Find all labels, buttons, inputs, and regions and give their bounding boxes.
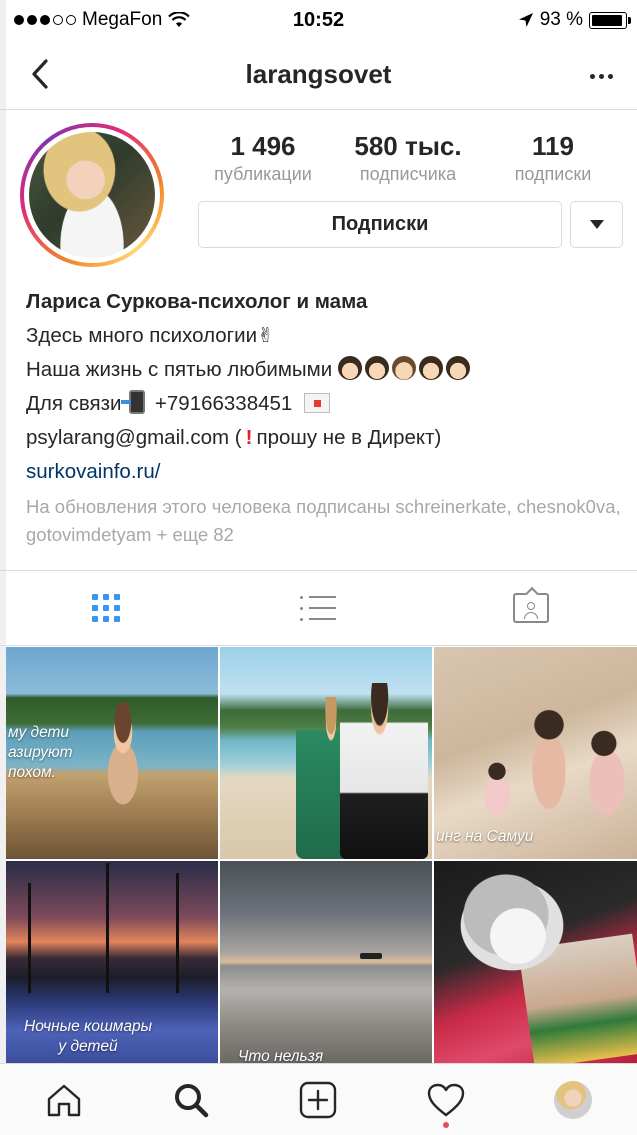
bio-email: psylarang@gmail.com (	[26, 426, 242, 449]
suggestions-dropdown-button[interactable]	[570, 201, 623, 248]
status-right: 93 %	[518, 9, 631, 31]
tab-add-post[interactable]	[290, 1072, 346, 1128]
exclamation-icon: !	[245, 426, 253, 449]
tab-home[interactable]	[36, 1072, 92, 1128]
location-arrow-icon	[518, 13, 533, 27]
stat-following[interactable]: 119 подписки	[488, 132, 618, 185]
stat-label: подписки	[514, 163, 592, 184]
girl-emoji-icon	[337, 356, 362, 380]
signal-strength-icon	[14, 15, 76, 25]
photo-detail	[360, 953, 382, 959]
girl-emoji-icon	[418, 356, 443, 380]
wifi-icon	[168, 12, 191, 27]
bottom-tab-bar	[0, 1063, 637, 1135]
bio-line: surkovainfo.ru/	[26, 455, 626, 489]
bio-line: Для связи +79166338451	[26, 387, 626, 421]
avatar-border	[24, 127, 160, 263]
stat-label: публикации	[214, 163, 312, 184]
girl-emoji-icon	[445, 356, 470, 380]
battery-percent: 93 %	[539, 9, 583, 30]
stat-value: 119	[532, 131, 574, 161]
tab-search[interactable]	[163, 1072, 219, 1128]
nav-bar: larangsovet	[0, 40, 637, 110]
status-time: 10:52	[292, 8, 345, 31]
post-caption: Ночные кошмары у детей	[24, 1018, 153, 1055]
status-left: MegaFon	[14, 9, 191, 31]
photo-subject	[520, 705, 578, 815]
phone-emoji-icon	[121, 390, 146, 414]
post-thumbnail[interactable]: му дети азируют похом.	[6, 647, 218, 859]
back-button[interactable]	[22, 56, 58, 92]
photo-grid: му дети азируют похом. инг на Самуи Ночн…	[6, 647, 637, 1063]
battery-icon	[589, 11, 631, 29]
bio-text: Здесь много психологии	[26, 324, 258, 347]
status-bar: MegaFon 10:52 93 %	[0, 0, 637, 40]
girl-emoji-icon	[364, 356, 389, 380]
post-caption: Что нельзя	[238, 1048, 324, 1063]
bio-phone[interactable]: +79166338451	[155, 392, 292, 415]
photo-subject	[340, 683, 428, 859]
bio-line: Здесь много психологии✌	[26, 319, 626, 353]
photo-detail	[106, 863, 109, 993]
envelope-emoji-icon	[304, 393, 331, 413]
photo-detail	[28, 883, 31, 993]
add-post-icon	[300, 1081, 337, 1118]
more-dot-icon	[607, 73, 613, 79]
followed-by-text[interactable]: На обновления этого человека подписаны s…	[26, 493, 626, 549]
victory-hand-icon: ✌	[257, 325, 274, 347]
tab-grid[interactable]	[0, 571, 212, 645]
stat-value: 1 496	[230, 131, 296, 161]
photo-subject	[474, 759, 520, 815]
photo-detail	[176, 873, 179, 993]
bio-line: psylarang@gmail.com (! прошу не в Директ)	[26, 421, 626, 455]
profile-bio: Лариса Суркова-психолог и мама Здесь мно…	[26, 285, 626, 489]
post-thumbnail[interactable]	[434, 861, 637, 1063]
grid-icon	[92, 594, 121, 622]
chevron-left-icon	[32, 59, 48, 89]
list-icon	[300, 595, 337, 621]
home-icon	[47, 1084, 80, 1116]
boy-emoji-icon	[391, 356, 416, 380]
post-thumbnail[interactable]: Ночные кошмары у детей	[6, 861, 218, 1063]
tagged-person-icon	[512, 593, 549, 623]
post-thumbnail[interactable]	[220, 647, 432, 859]
stat-followers[interactable]: 580 тыс. подписчика	[343, 132, 473, 185]
battery-fill	[592, 14, 622, 26]
post-caption: инг на Самуи	[436, 828, 534, 845]
post-thumbnail[interactable]: Что нельзя	[220, 861, 432, 1063]
bio-text: Для связи	[26, 392, 122, 415]
tab-profile[interactable]	[545, 1072, 601, 1128]
stat-label: подписчика	[359, 163, 457, 184]
profile-avatar[interactable]	[20, 123, 164, 267]
profile-view-tabs	[0, 570, 637, 646]
post-caption: му дети азируют похом.	[8, 724, 73, 781]
website-link[interactable]: surkovainfo.ru/	[26, 460, 160, 483]
profile-name: Лариса Суркова-психолог и мама	[26, 290, 368, 313]
carrier-name: MegaFon	[82, 9, 163, 30]
bio-text: прошу не в Директ)	[256, 426, 442, 449]
search-icon	[175, 1083, 209, 1117]
post-thumbnail[interactable]: инг на Самуи	[434, 647, 637, 859]
stat-value: 580 тыс.	[354, 131, 462, 161]
more-options-button[interactable]	[583, 58, 619, 94]
tab-tagged[interactable]	[425, 571, 637, 645]
bio-line: Наша жизнь с пятью любимыми	[26, 353, 626, 387]
photo-subject	[576, 725, 637, 817]
more-dot-icon	[598, 73, 604, 79]
tab-activity[interactable]	[418, 1072, 474, 1128]
stat-posts[interactable]: 1 496 публикации	[198, 132, 328, 185]
photo-subject	[88, 702, 158, 812]
triangle-down-icon	[589, 220, 604, 229]
following-button[interactable]: Подписки	[198, 201, 562, 248]
heart-icon	[427, 1083, 465, 1116]
profile-stats: 1 496 публикации 580 тыс. подписчика 119…	[198, 132, 618, 185]
notification-dot	[442, 1121, 449, 1128]
photo-detail	[452, 873, 572, 978]
bio-text: Наша жизнь с пятью любимыми	[26, 358, 333, 381]
more-dot-icon	[589, 73, 595, 79]
page-title: larangsovet	[245, 59, 392, 89]
profile-avatar-icon	[554, 1080, 593, 1119]
avatar-photo	[29, 132, 155, 258]
tab-list[interactable]	[212, 571, 424, 645]
